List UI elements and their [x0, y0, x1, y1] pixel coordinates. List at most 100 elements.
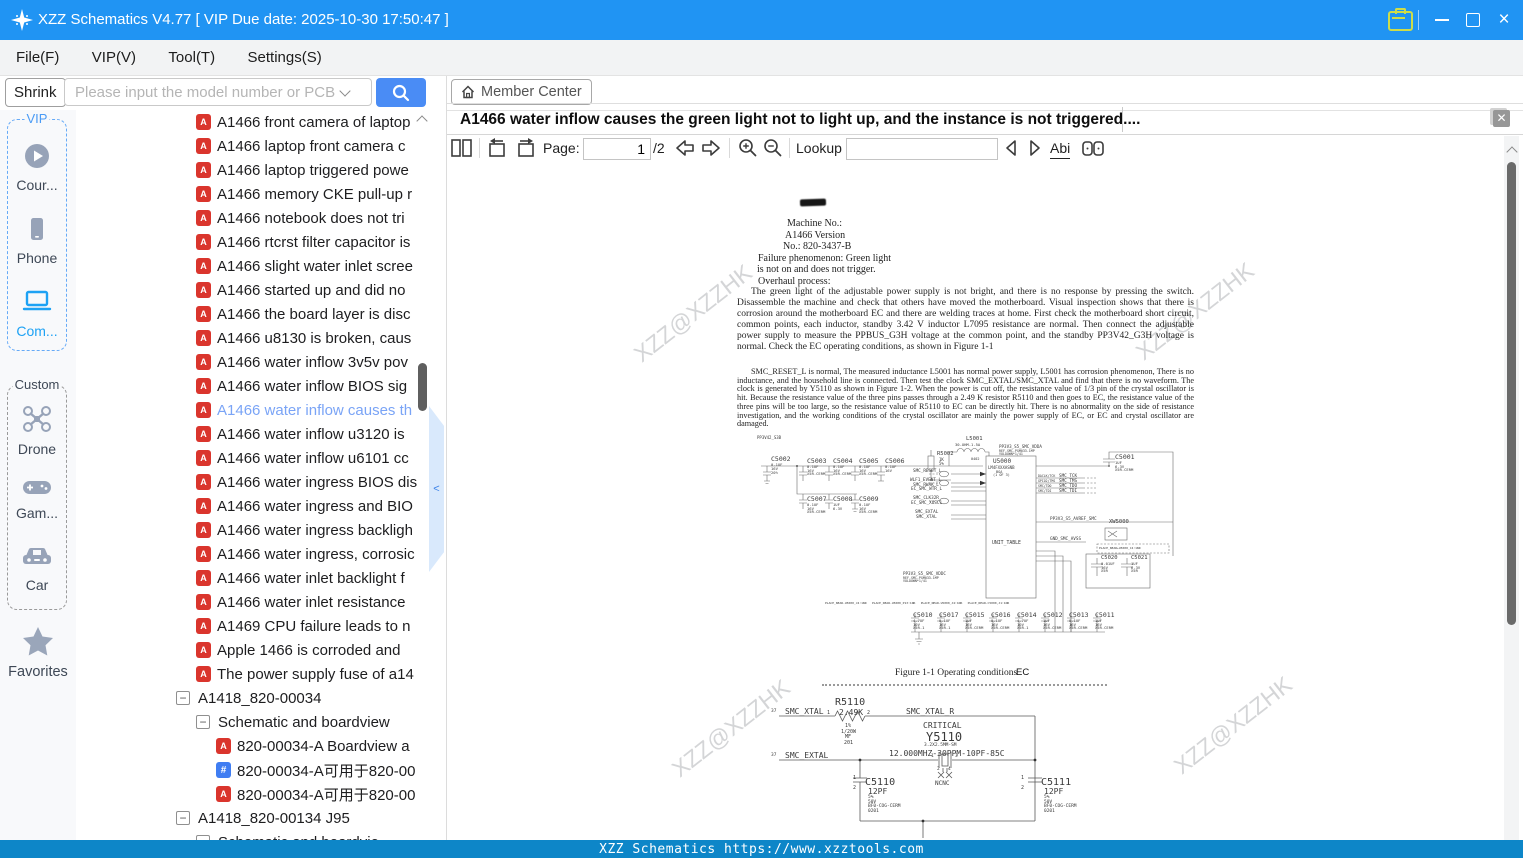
collapse-minus-icon[interactable]: − [176, 691, 190, 705]
sidebar-item-game[interactable]: Gam... [8, 476, 66, 521]
previous-page-icon[interactable] [674, 137, 696, 159]
license-briefcase-icon[interactable] [1388, 8, 1413, 31]
scroll-up-icon[interactable] [1506, 146, 1518, 158]
tree-item[interactable]: A A1466 slight water inlet scree [76, 254, 446, 278]
schematic-label: UNIT_TABLE [992, 541, 1021, 546]
tree-item[interactable]: A A1466 water inflow u6101 cc [76, 446, 446, 470]
tree-item[interactable]: A A1466 water inflow causes th [76, 398, 446, 422]
maximize-button[interactable] [1456, 0, 1490, 40]
tab-edge [1122, 107, 1123, 132]
schematic-label: SMC_XTAL_R [906, 707, 955, 716]
figure-caption-ec: EC [1016, 667, 1030, 678]
pdf-file-icon: A [196, 498, 211, 514]
schematic-label: SMC_RESET_L [913, 469, 942, 474]
menu-settings[interactable]: Settings(S) [248, 40, 322, 75]
zoom-out-icon[interactable] [762, 137, 784, 159]
tree-item[interactable]: A A1466 water ingress and BIO [76, 494, 446, 518]
close-document-icon[interactable]: ✕ [1493, 110, 1510, 127]
sidebar-item-favorites[interactable]: Favorites [0, 625, 76, 680]
menu-tool[interactable]: Tool(T) [168, 40, 215, 75]
tree-item[interactable]: A A1469 CPU failure leads to n [76, 614, 446, 638]
schematic-label: 1 [853, 775, 857, 781]
tree-item[interactable]: A A1466 water inlet backlight f [76, 566, 446, 590]
tree-item-label: A1466 memory CKE pull-up r [217, 185, 413, 203]
sidebar-item-car[interactable]: Car [8, 544, 66, 593]
pdf-scrollbar-thumb[interactable] [1507, 162, 1516, 625]
member-center-button[interactable]: Member Center [451, 79, 592, 105]
tree-item[interactable]: A Apple 1466 is corroded and [76, 638, 446, 662]
menu-file[interactable]: File(F) [16, 40, 59, 75]
tab-divider [447, 134, 1523, 135]
tree-item[interactable]: − Schematic and boardview [76, 710, 446, 734]
schematic-label: X5R-CERM [807, 509, 826, 514]
zoom-in-icon[interactable] [737, 137, 759, 159]
panel-collapse-handle[interactable]: < [429, 406, 444, 572]
sidebar-item-course[interactable]: Cour... [8, 142, 66, 193]
tree-item[interactable]: A A1466 notebook does not tri [76, 206, 446, 230]
tree-item[interactable]: − A1418_820-00134 J95 [76, 806, 446, 830]
schematic-label: EC_SMC_WTR_L [911, 487, 943, 492]
pdf-viewer[interactable]: XZZ@XZZHK XZZ@XZZHK XZZ@XZZHK XZZ@XZZHK … [447, 161, 1504, 840]
tree-item[interactable]: A A1466 water inflow 3v5v pov [76, 350, 446, 374]
facing-pages-icon[interactable] [1080, 137, 1106, 159]
tree-item[interactable]: A A1466 laptop triggered powe [76, 158, 446, 182]
document-tab-title[interactable]: A1466 water inflow causes the green ligh… [460, 105, 1140, 134]
tree-item[interactable]: A A1466 rtcrst filter capacitor is [76, 230, 446, 254]
tree-item[interactable]: A A1466 water inflow BIOS sig [76, 374, 446, 398]
rotate-right-icon[interactable] [513, 137, 537, 159]
pdf-file-icon: A [196, 330, 211, 346]
collapse-minus-icon[interactable]: − [196, 715, 210, 729]
doc-line: is not on and does not trigger. [757, 264, 876, 275]
sidebar-item-label: Drone [17, 441, 57, 457]
lookup-input[interactable] [846, 138, 998, 160]
collapse-minus-icon[interactable]: − [176, 811, 190, 825]
sidebar-item-computer[interactable]: Com... [8, 288, 66, 339]
tree-item[interactable]: A A1466 front camera of laptop [76, 110, 446, 134]
tree-item[interactable]: A A1466 started up and did no [76, 278, 446, 302]
menu-vip[interactable]: VIP(V) [92, 40, 136, 75]
tree-item[interactable]: #820-00034-A可用于820-00 [76, 758, 446, 782]
page-number-input[interactable] [583, 138, 651, 160]
tree-item-label: A1466 laptop triggered powe [217, 161, 409, 179]
tree-item[interactable]: A 820-00034-A Boardview a [76, 734, 446, 758]
tree-item[interactable]: A A1466 water inlet resistance [76, 590, 446, 614]
tree-item[interactable]: − A1418_820-00034 [76, 686, 446, 710]
schematic-label: 20% [771, 469, 778, 475]
tree-item[interactable]: A The power supply fuse of a14 [76, 662, 446, 686]
find-previous-icon[interactable] [1002, 137, 1020, 159]
tree-item[interactable]: A 820-00034-A可用于820-00 [76, 782, 446, 806]
tree-item[interactable]: −Schematic and boardvie [76, 830, 446, 840]
gamepad-icon [23, 481, 51, 494]
tree-item[interactable]: A A1466 water inflow u3120 is [76, 422, 446, 446]
close-button[interactable]: × [1487, 0, 1521, 40]
abi-text-tool[interactable]: Abi [1050, 139, 1071, 159]
tree-scrollbar-thumb[interactable] [418, 363, 427, 411]
tree-item[interactable]: A A1466 water ingress backligh [76, 518, 446, 542]
schematic-label: VOLDOWN*1/41 [903, 578, 927, 583]
shrink-button[interactable]: Shrink [5, 78, 66, 107]
pdf-file-icon: A [196, 186, 211, 202]
tree-item[interactable]: A A1466 the board layer is disc [76, 302, 446, 326]
next-page-icon[interactable] [700, 137, 722, 159]
tree-item[interactable]: A A1466 water ingress, corrosic [76, 542, 446, 566]
sidebar-item-drone[interactable]: Drone [8, 404, 66, 457]
sidebar-item-phone[interactable]: Phone [8, 215, 66, 266]
schematic-label: 5% [939, 461, 944, 466]
tree-item[interactable]: A A1466 u8130 is broken, caus [76, 326, 446, 350]
tree-item-label: A1466 water ingress, corrosic [217, 545, 415, 563]
doc-line: No.: 820-3437-B [783, 241, 852, 252]
schematic-label: 0201 [1044, 808, 1055, 814]
search-button[interactable] [376, 78, 426, 107]
schematic-label: X5R-CERM [1069, 625, 1088, 630]
tree-item[interactable]: A A1466 memory CKE pull-up r [76, 182, 446, 206]
rotate-left-icon[interactable] [486, 137, 510, 159]
two-page-view-icon[interactable] [450, 137, 474, 159]
redacted-logo [799, 198, 827, 207]
pdf-file-icon: A [196, 162, 211, 178]
tree-item[interactable]: A A1466 laptop front camera c [76, 134, 446, 158]
tree-item[interactable]: A A1466 water ingress BIOS dis [76, 470, 446, 494]
schematic-label: 2.49K [839, 708, 864, 717]
search-input[interactable] [64, 78, 372, 106]
minimize-button[interactable] [1425, 0, 1459, 40]
find-next-icon[interactable] [1026, 137, 1044, 159]
